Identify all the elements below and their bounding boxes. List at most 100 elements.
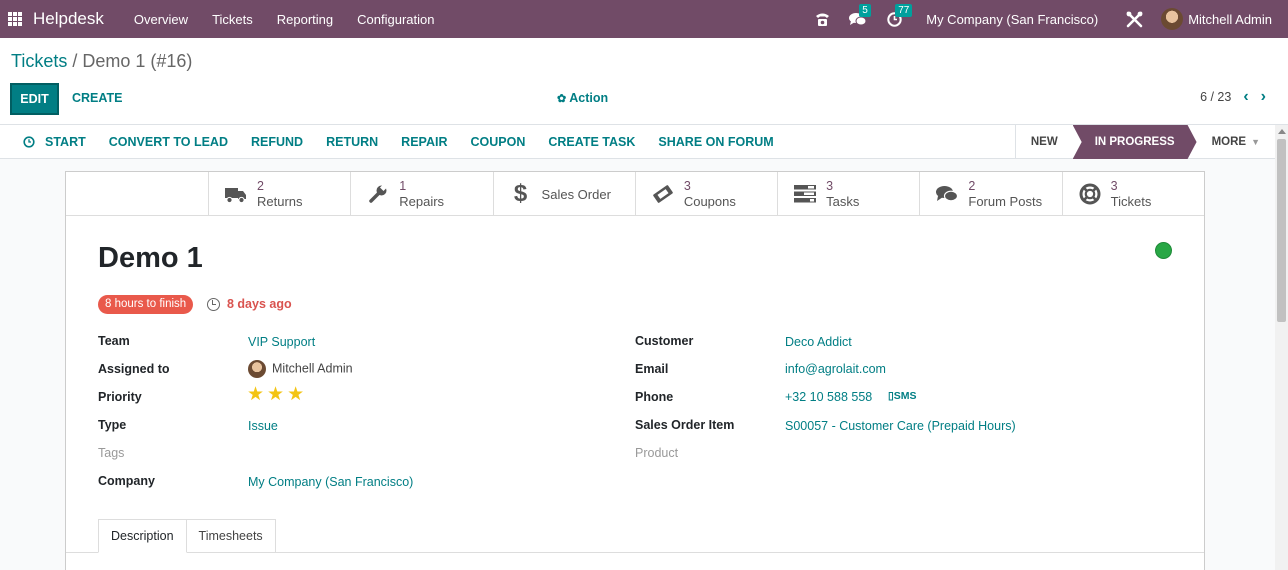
activities-clock-icon[interactable]: 77: [885, 4, 913, 28]
pager-next-icon[interactable]: ›: [1261, 89, 1266, 105]
tasks-smart-button[interactable]: 3 Tasks: [777, 172, 919, 216]
user-avatar[interactable]: [1161, 8, 1184, 30]
sales-order-item-field[interactable]: S00057 - Customer Care (Prepaid Hours): [785, 419, 1016, 433]
tab-description[interactable]: Description: [98, 519, 187, 553]
menu-reporting[interactable]: Reporting: [277, 12, 333, 27]
kanban-state-indicator[interactable]: [1155, 242, 1172, 259]
returns-count: 2: [256, 179, 264, 193]
breadcrumb-separator: /: [67, 51, 83, 71]
sales-order-smart-button[interactable]: $ Sales Order: [492, 172, 635, 216]
notebook-tabs: Description Timesheets: [98, 519, 276, 553]
clock-icon: [23, 136, 35, 148]
stage-pipeline: NEW IN PROGRESS MORE ▼: [1014, 125, 1275, 159]
sms-button[interactable]: ▯SMS: [888, 390, 917, 402]
team-field[interactable]: VIP Support: [248, 335, 315, 349]
breadcrumb-tickets[interactable]: Tickets: [11, 51, 67, 71]
start-label: START: [45, 135, 86, 149]
star-icon[interactable]: ★: [267, 385, 284, 404]
refund-button[interactable]: REFUND: [251, 135, 303, 149]
sms-label: SMS: [893, 390, 917, 402]
stage-more-label: MORE: [1211, 136, 1247, 148]
sales-order-item-label: Sales Order Item: [635, 418, 735, 432]
return-button[interactable]: RETURN: [326, 135, 378, 149]
truck-icon: [224, 183, 247, 205]
start-button[interactable]: START: [23, 135, 86, 149]
forum-posts-count: 2: [968, 179, 976, 193]
caret-down-icon: ▼: [1251, 137, 1260, 147]
star-icon[interactable]: ★: [247, 385, 264, 404]
assigned-to-value: Mitchell Admin: [272, 361, 353, 376]
team-label: Team: [98, 334, 130, 348]
phone-label: Phone: [635, 390, 674, 404]
scroll-thumb[interactable]: [1277, 139, 1286, 322]
pager-value[interactable]: 6 / 23: [1200, 90, 1231, 104]
menu-configuration[interactable]: Configuration: [357, 12, 434, 27]
menu-overview[interactable]: Overview: [134, 12, 188, 27]
tickets-smart-button[interactable]: 3 Tickets: [1061, 172, 1204, 216]
top-navbar: Helpdesk Overview Tickets Reporting Conf…: [0, 0, 1288, 38]
priority-widget[interactable]: ★ ★ ★: [247, 385, 307, 404]
email-field[interactable]: info@agrolait.com: [785, 362, 886, 376]
repairs-count: 1: [399, 179, 407, 193]
assigned-to-field[interactable]: Mitchell Admin: [248, 360, 353, 378]
share-on-forum-button[interactable]: SHARE ON FORUM: [658, 135, 773, 149]
stage-more[interactable]: MORE ▼: [1197, 125, 1275, 159]
app-brand[interactable]: Helpdesk: [33, 9, 104, 29]
repair-button[interactable]: REPAIR: [401, 135, 447, 149]
tags-label: Tags: [98, 446, 125, 460]
tab-timesheets[interactable]: Timesheets: [186, 519, 276, 553]
lifebuoy-icon: [1079, 183, 1101, 205]
coupons-smart-button[interactable]: 3 Coupons: [634, 172, 777, 216]
coupon-button[interactable]: COUPON: [470, 135, 525, 149]
user-menu[interactable]: Mitchell Admin: [1188, 12, 1272, 27]
type-field[interactable]: Issue: [248, 419, 278, 433]
action-menu[interactable]: ✿ Action: [557, 91, 608, 105]
stage-new[interactable]: NEW: [1016, 125, 1073, 159]
create-button[interactable]: CREATE: [72, 91, 122, 105]
vertical-scrollbar[interactable]: [1275, 125, 1288, 570]
forum-posts-smart-button[interactable]: 2 Forum Posts: [919, 172, 1061, 216]
stage-in-progress[interactable]: IN PROGRESS: [1073, 125, 1197, 159]
create-task-button[interactable]: CREATE TASK: [548, 135, 635, 149]
messages-icon[interactable]: 5: [849, 4, 871, 28]
debug-tools-icon[interactable]: [1125, 10, 1143, 28]
returns-label: Returns: [256, 194, 303, 209]
star-icon[interactable]: ★: [287, 385, 304, 404]
customer-label: Customer: [635, 334, 694, 348]
coupons-count: 3: [683, 179, 691, 193]
tasks-count: 3: [826, 179, 834, 193]
action-label: Action: [569, 91, 609, 105]
gear-icon: ✿: [557, 93, 567, 105]
priority-label: Priority: [98, 390, 142, 404]
breadcrumb: Tickets / Demo 1 (#16): [11, 51, 192, 72]
company-switcher[interactable]: My Company (San Francisco): [926, 12, 1098, 27]
pager-previous-icon[interactable]: ‹: [1243, 89, 1248, 105]
apps-menu-icon[interactable]: [8, 12, 22, 26]
customer-field[interactable]: Deco Addict: [785, 335, 852, 349]
sla-badge: 8 hours to finish: [98, 295, 194, 314]
repairs-smart-button[interactable]: 1 Repairs: [350, 172, 492, 216]
clock-icon: [207, 297, 220, 311]
messages-badge: 5: [859, 4, 871, 17]
edit-button[interactable]: EDIT: [10, 83, 59, 115]
assignee-avatar: [248, 360, 266, 378]
pager: 6 / 23 ‹ ›: [1200, 89, 1266, 105]
phone-icon[interactable]: [813, 10, 831, 28]
phone-field[interactable]: +32 10 588 558: [785, 390, 872, 404]
control-panel: Tickets / Demo 1 (#16) EDIT CREATE ✿ Act…: [0, 38, 1288, 125]
smart-buttons: 2 Returns 1 Repairs $ Sales Order 3 Coupons…: [66, 172, 1204, 216]
forum-posts-label: Forum Posts: [968, 194, 1043, 209]
tasks-icon: [794, 183, 817, 205]
ticket-age: 8 days ago: [207, 297, 292, 311]
menu-tickets[interactable]: Tickets: [212, 12, 253, 27]
email-label: Email: [635, 362, 669, 376]
company-field[interactable]: My Company (San Francisco): [248, 475, 413, 489]
scroll-up-icon[interactable]: [1278, 129, 1286, 134]
convert-to-lead-button[interactable]: CONVERT TO LEAD: [109, 135, 228, 149]
ticket-title[interactable]: Demo 1: [98, 242, 203, 275]
returns-smart-button[interactable]: 2 Returns: [207, 172, 350, 216]
repairs-label: Repairs: [399, 194, 445, 209]
product-label: Product: [635, 446, 679, 460]
comments-icon: [936, 183, 959, 205]
coupons-label: Coupons: [683, 194, 736, 209]
